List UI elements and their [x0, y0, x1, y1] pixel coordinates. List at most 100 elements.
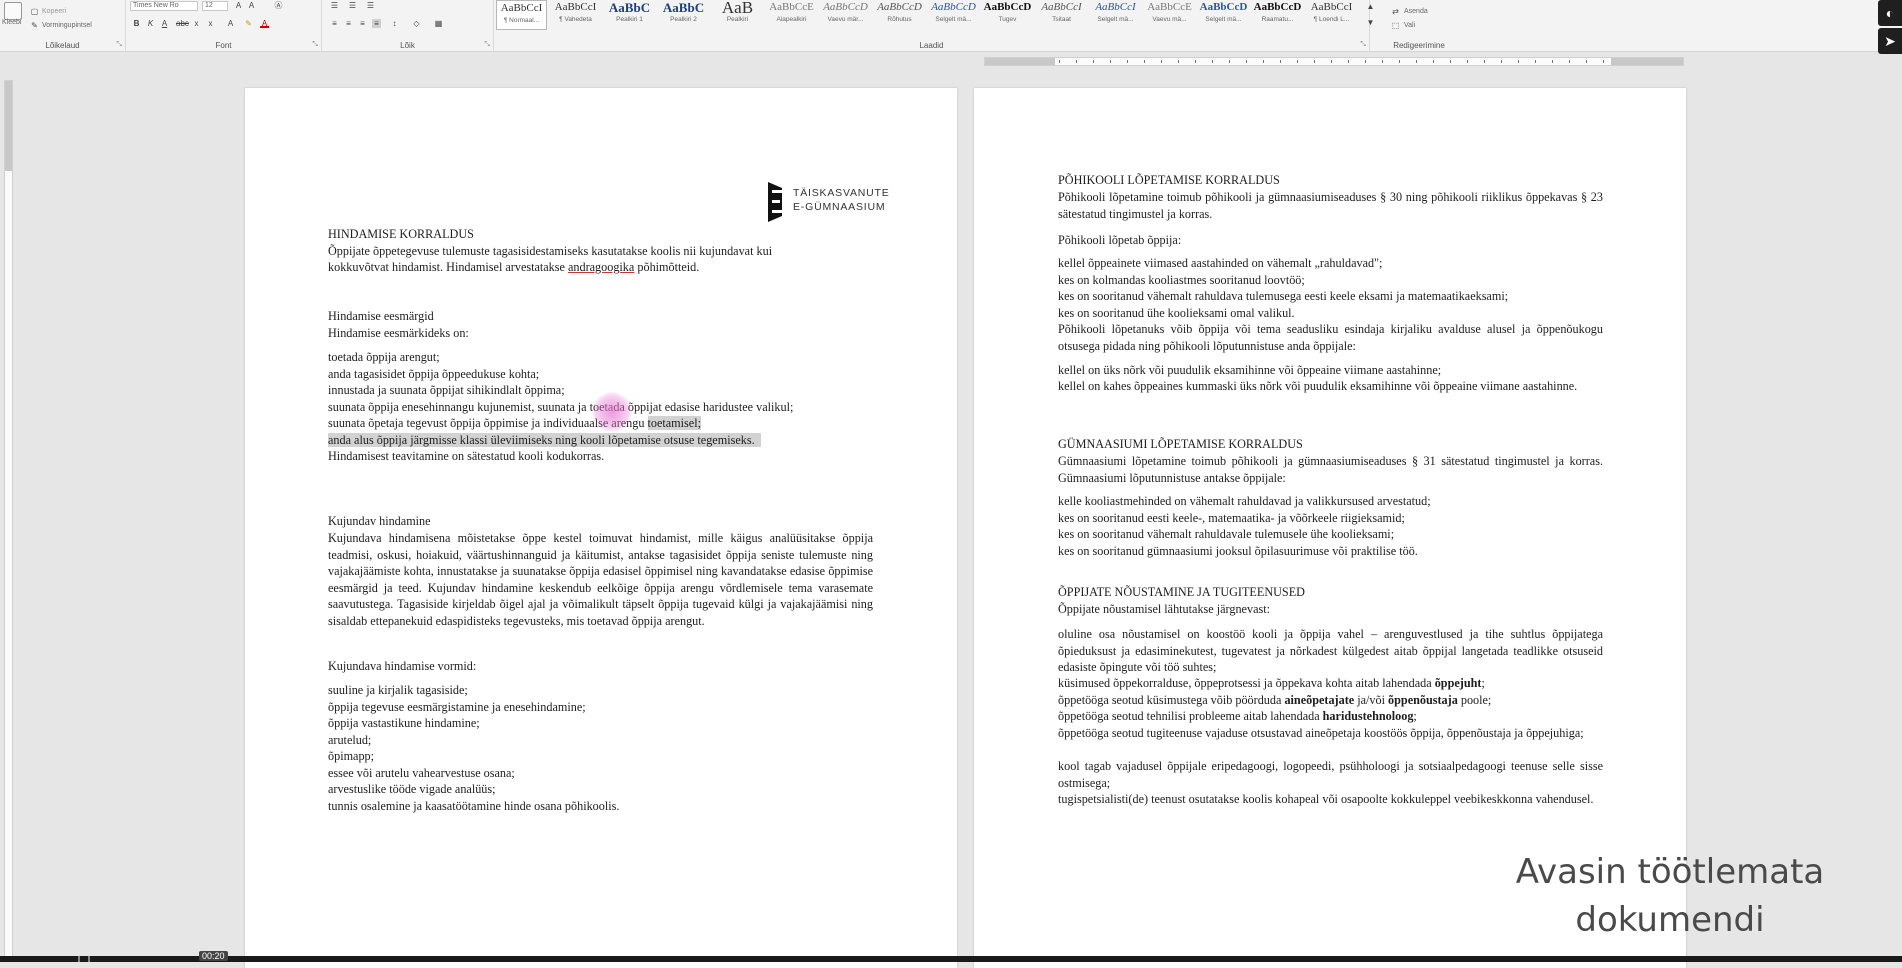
send-icon[interactable]: ➤: [1878, 28, 1902, 54]
ribbon: Kleebi ▢ Kopeeri ✎ Vormingupintsel Lõike…: [0, 0, 1902, 54]
paste-button-label[interactable]: Kleebi: [2, 19, 21, 26]
support-text: õppetööga seotud küsimustega võib pöördu…: [1058, 693, 1285, 707]
more-styles-icon[interactable]: ▼: [1366, 18, 1375, 27]
record-icon[interactable]: ◐: [1878, 0, 1902, 26]
goal-item: suunata õppija enesehinnangu kujunemist,…: [328, 400, 794, 414]
basic-item: kes on kolmandas kooliastmes sooritanud …: [1058, 273, 1305, 287]
support-item: oluline osa nõustamisel on koostöö kooli…: [1058, 627, 1603, 674]
font-group: Times New Ro 12 A A Ⓐ B K A abc x x A ✎ …: [126, 0, 322, 52]
multilevel-list-icon[interactable]: ☰: [366, 1, 375, 10]
ruler-tick: [1144, 60, 1145, 63]
text-effects-icon[interactable]: A: [226, 19, 235, 28]
align-left-icon[interactable]: ≡: [330, 19, 339, 28]
style-gallery-item[interactable]: AaBbCcE Vaevu mä...: [1144, 0, 1195, 30]
subscript-icon[interactable]: x: [192, 19, 201, 28]
underline-icon[interactable]: A: [160, 19, 169, 28]
ruler-margin-left: [985, 58, 1055, 65]
ruler-tick: [1331, 60, 1332, 63]
logo-mark-icon: [768, 182, 782, 222]
ruler-tick: [1535, 60, 1536, 63]
style-gallery-item[interactable]: AaBbCcD Vaevu mär...: [820, 0, 871, 30]
ruler-tick: [1314, 60, 1315, 63]
launcher-icon[interactable]: ⤡: [312, 41, 318, 49]
align-center-icon[interactable]: ≡: [344, 19, 353, 28]
scroll-up-icon[interactable]: ▲: [1366, 2, 1375, 11]
support-text: ja/või: [1354, 693, 1389, 707]
basic-school-title: PÕHIKOOLI LÕPETAMISE KORRALDUS: [1058, 173, 1280, 187]
video-caption: Avasin töötlemata dokumendi: [1505, 848, 1835, 944]
ruler-tick: [1348, 60, 1349, 63]
style-gallery-item[interactable]: AaBbCcI Tsitaat: [1036, 0, 1087, 30]
launcher-icon[interactable]: ⤡: [116, 41, 122, 49]
formative-title: Kujundav hindamine: [328, 514, 431, 528]
font-name-select[interactable]: Times New Ro: [130, 1, 198, 11]
support-text: küsimused õppekorralduse, õppeprotsessi …: [1058, 676, 1435, 690]
intro-line-1: Õppijate õppetegevuse tulemuste tagasisi…: [328, 244, 773, 258]
style-gallery-item[interactable]: AaBbCcD Selgelt mä...: [928, 0, 979, 30]
style-gallery-item[interactable]: AaBbCcD Raamatu...: [1252, 0, 1303, 30]
style-gallery-item[interactable]: AaBbC Pealkiri 2: [658, 0, 709, 30]
form-item: arutelud;: [328, 733, 372, 747]
ruler-tick: [1110, 60, 1111, 63]
style-sample-text: AaBbCcI: [554, 1, 597, 13]
style-name-label: Pealkiri 1: [616, 16, 643, 23]
paste-icon[interactable]: [4, 2, 22, 20]
launcher-icon[interactable]: ⤡: [484, 41, 490, 49]
style-gallery-item[interactable]: AaB Pealkiri: [712, 0, 763, 30]
strikethrough-icon[interactable]: abc: [176, 19, 189, 28]
support-item: küsimused õppekorralduse, õppeprotsessi …: [1058, 675, 1485, 692]
basic-school-text: Põhikooli lõpetamine toimub põhikooli ja…: [1058, 190, 1603, 221]
style-gallery-item[interactable]: AaBbC Pealkiri 1: [604, 0, 655, 30]
style-gallery-item[interactable]: AaBbCcD Tugev: [982, 0, 1033, 30]
ruler-tick: [1178, 60, 1179, 63]
replace-button[interactable]: Asenda: [1404, 8, 1428, 15]
style-name-label: Pealkiri 2: [670, 16, 697, 23]
style-gallery-item[interactable]: AaBbCcI ¶ Loendi L...: [1306, 0, 1357, 30]
video-progress-bar[interactable]: [0, 956, 1902, 962]
style-gallery-item[interactable]: AaBbCcI Selgelt mä...: [1090, 0, 1141, 30]
ruler-tick: [1127, 60, 1128, 63]
numbering-icon[interactable]: ☰: [348, 1, 357, 10]
logo-line-2: E-GÜMNAASIUM: [793, 201, 886, 213]
document-page-1[interactable]: TÄISKASVANUTE E-GÜMNAASIUM HINDAMISE KOR…: [245, 88, 957, 968]
borders-icon[interactable]: ▦: [434, 19, 443, 28]
align-right-icon[interactable]: ≡: [358, 19, 367, 28]
italic-icon[interactable]: K: [146, 19, 155, 28]
document-page-2[interactable]: PÕHIKOOLI LÕPETAMISE KORRALDUS Põhikooli…: [974, 88, 1686, 968]
shrink-font-icon[interactable]: A: [247, 1, 256, 10]
style-sample-text: AaBbC: [662, 0, 705, 15]
superscript-icon[interactable]: x: [206, 19, 215, 28]
launcher-icon[interactable]: ⤡: [1360, 41, 1366, 49]
chapter-marker: [78, 956, 80, 962]
copy-button[interactable]: Kopeeri: [42, 8, 66, 15]
highlight-icon[interactable]: ✎: [244, 19, 253, 28]
font-color-icon[interactable]: A: [260, 19, 269, 28]
vertical-ruler[interactable]: [4, 80, 13, 960]
justify-icon[interactable]: ≡: [372, 19, 381, 28]
bold-icon[interactable]: B: [132, 19, 141, 28]
style-name-label: Selgelt mä...: [1205, 16, 1242, 23]
intro-tail: põhimõtteid.: [634, 260, 700, 274]
font-name-value: Times New Ro: [133, 2, 179, 9]
clear-format-icon[interactable]: Ⓐ: [274, 1, 283, 10]
line-spacing-icon[interactable]: ↕: [390, 19, 399, 28]
style-gallery-item[interactable]: AaBbCcD Rõhutus: [874, 0, 925, 30]
style-gallery-item[interactable]: AaBbCcI ¶ Vahedeta: [550, 0, 601, 30]
horizontal-ruler[interactable]: [984, 57, 1684, 66]
shading-icon[interactable]: ◇: [412, 19, 421, 28]
ruler-tick: [1246, 60, 1247, 63]
grow-font-icon[interactable]: A: [234, 1, 243, 10]
style-name-label: Vaevu mä...: [1152, 16, 1187, 23]
style-gallery-item[interactable]: AaBbCcD Selgelt mä...: [1198, 0, 1249, 30]
format-painter-button[interactable]: Vormingupintsel: [42, 22, 92, 29]
select-button[interactable]: Vali: [1404, 22, 1415, 29]
font-size-select[interactable]: 12: [202, 1, 228, 11]
form-item: suuline ja kirjalik tagasiside;: [328, 683, 468, 697]
bullets-icon[interactable]: ☰: [330, 1, 339, 10]
ruler-tick: [1467, 60, 1468, 63]
style-gallery-item[interactable]: AaBbCcE Alapealkiri: [766, 0, 817, 30]
style-name-label: Alapealkiri: [776, 16, 807, 23]
style-gallery-item[interactable]: AaBbCcI ¶ Normaal...: [496, 0, 547, 30]
goal-item: anda alus õppija järgmisse klassi ülevii…: [328, 432, 761, 449]
support-text: ;: [1413, 709, 1417, 723]
